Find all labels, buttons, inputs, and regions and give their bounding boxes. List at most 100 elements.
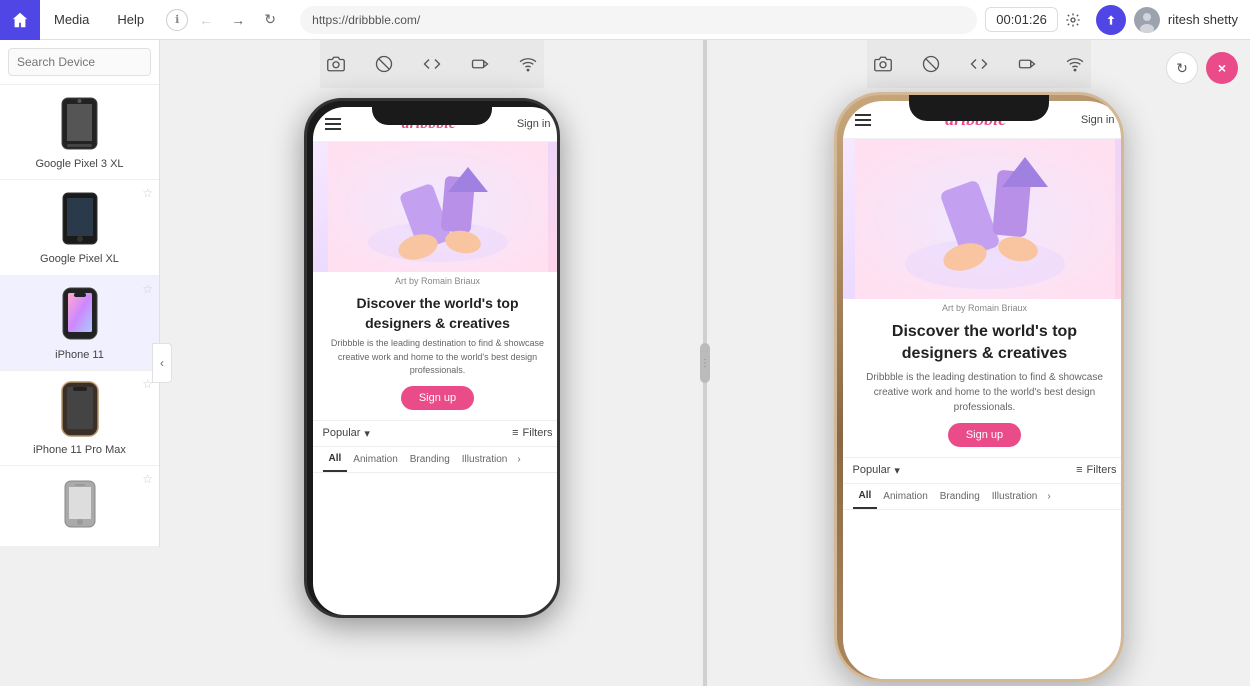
signup-button-right[interactable]: Sign up — [948, 423, 1021, 447]
refresh-preview-button[interactable]: ↻ — [1166, 52, 1198, 84]
no-entry-tool-right[interactable] — [915, 48, 947, 80]
cat-tab-all-left[interactable]: All — [323, 447, 348, 472]
wifi-tool-right[interactable] — [1059, 48, 1091, 80]
wifi-tool-left[interactable] — [512, 48, 544, 80]
help-menu[interactable]: Help — [103, 0, 158, 40]
video-icon-right — [1018, 55, 1036, 73]
category-tabs-left: All Animation Branding Illustration › — [313, 447, 560, 473]
menu-items: Media Help — [40, 0, 158, 40]
search-box — [0, 40, 159, 85]
refresh-button[interactable]: ↻ — [256, 6, 284, 34]
filters-button-left[interactable]: ≡ Filters — [512, 427, 552, 439]
iphone-5-image — [62, 479, 98, 529]
code-icon-left — [423, 55, 441, 73]
device-thumbnail — [50, 474, 110, 534]
user-name[interactable]: ritesh shetty — [1168, 12, 1238, 27]
no-entry-icon-left — [375, 55, 393, 73]
video-tool-left[interactable] — [464, 48, 496, 80]
cat-tab-animation-right[interactable]: Animation — [877, 485, 933, 508]
avatar — [1134, 7, 1160, 33]
device-sidebar: Google Pixel 3 XL ☆ Google Pixel XL ☆ — [0, 40, 160, 547]
hero-image-left — [313, 142, 560, 272]
wifi-icon-right — [1066, 55, 1084, 73]
signup-button-left[interactable]: Sign up — [401, 386, 474, 410]
camera-icon-right — [874, 55, 892, 73]
cat-tab-branding-left[interactable]: Branding — [404, 448, 456, 471]
device-item-iphone-11-pro-max[interactable]: ☆ iPhone 11 Pro Max — [0, 371, 159, 466]
search-input[interactable] — [8, 48, 151, 76]
filter-bar-left: Popular ▾ ≡ Filters — [313, 420, 560, 447]
home-button[interactable] — [0, 0, 40, 40]
hero-title-right: Discover the world's top designers & cre… — [843, 315, 1124, 370]
art-credit-left: Art by Romain Briaux — [313, 272, 560, 288]
cat-tab-branding-right[interactable]: Branding — [934, 485, 986, 508]
back-button[interactable]: ← — [192, 6, 220, 34]
sign-in-left[interactable]: Sign in — [517, 118, 551, 130]
video-tool-right[interactable] — [1011, 48, 1043, 80]
avatar-image — [1134, 7, 1160, 33]
filters-button-right[interactable]: ≡ Filters — [1076, 464, 1116, 476]
code-tool-right[interactable] — [963, 48, 995, 80]
sidebar-collapse-button[interactable]: ‹ — [152, 343, 172, 383]
category-tabs-right: All Animation Branding Illustration › — [843, 484, 1124, 510]
main-content: Google Pixel 3 XL ☆ Google Pixel XL ☆ — [0, 40, 1250, 686]
device-item-google-pixel-xl[interactable]: ☆ Google Pixel XL — [0, 180, 159, 275]
popular-select-left[interactable]: Popular ▾ — [323, 427, 370, 440]
device-item-google-pixel-3-xl[interactable]: Google Pixel 3 XL — [0, 85, 159, 180]
cat-tab-more-right[interactable]: › — [1043, 485, 1054, 508]
home-icon — [11, 11, 29, 29]
url-bar[interactable]: https://dribbble.com/ — [300, 6, 977, 34]
sidebar-container: Google Pixel 3 XL ☆ Google Pixel XL ☆ — [0, 40, 160, 686]
top-bar: Media Help ℹ ← → ↻ https://dribbble.com/… — [0, 0, 1250, 40]
star-icon-pixel-xl[interactable]: ☆ — [142, 186, 153, 200]
upload-icon — [1104, 13, 1118, 27]
url-text: https://dribbble.com/ — [312, 13, 420, 27]
settings-button[interactable] — [1058, 5, 1088, 35]
upload-button[interactable] — [1096, 5, 1126, 35]
gear-icon — [1065, 12, 1081, 28]
cat-tab-illustration-right[interactable]: Illustration — [986, 485, 1044, 508]
left-toolbar — [320, 40, 544, 88]
pixel-xl-image — [60, 191, 100, 246]
camera-tool-right[interactable] — [867, 48, 899, 80]
phone-notch-iphone11promax — [909, 95, 1049, 121]
device-thumbnail — [50, 379, 110, 439]
code-icon-right — [970, 55, 988, 73]
device-item-iphone-11[interactable]: ☆ — [0, 276, 159, 371]
no-entry-tool-left[interactable] — [368, 48, 400, 80]
hamburger-left[interactable] — [325, 118, 341, 130]
device-label-iphone11: iPhone 11 — [55, 348, 104, 362]
nav-controls: ℹ ← → ↻ — [158, 6, 292, 34]
close-preview-button[interactable]: × — [1206, 52, 1238, 84]
video-icon-left — [471, 55, 489, 73]
device-thumbnail — [50, 284, 110, 344]
hero-image-right — [843, 139, 1124, 299]
code-tool-left[interactable] — [416, 48, 448, 80]
iphone-11-pro-max-image — [60, 380, 100, 438]
info-button[interactable]: ℹ — [166, 9, 188, 31]
star-icon-iphone5[interactable]: ☆ — [142, 472, 153, 486]
phone-frame-iphone11: dribbble Sign in — [304, 98, 560, 618]
hamburger-right[interactable] — [855, 114, 871, 126]
preview-left: dribbble Sign in — [160, 40, 703, 686]
cat-tab-animation-left[interactable]: Animation — [347, 448, 403, 471]
media-menu[interactable]: Media — [40, 0, 103, 40]
forward-button[interactable]: → — [224, 6, 252, 34]
hero-title-left: Discover the world's top designers & cre… — [313, 288, 560, 337]
art-credit-right: Art by Romain Briaux — [843, 299, 1124, 315]
no-entry-icon-right — [922, 55, 940, 73]
popular-select-right[interactable]: Popular ▾ — [853, 464, 900, 477]
sign-in-right[interactable]: Sign in — [1081, 114, 1115, 126]
cat-tab-more-left[interactable]: › — [513, 448, 524, 471]
device-label-iphone11promax: iPhone 11 Pro Max — [33, 443, 126, 457]
preview-right: ↻ × — [707, 40, 1250, 686]
cat-tab-all-right[interactable]: All — [853, 484, 878, 509]
device-label-pixel3xl: Google Pixel 3 XL — [35, 157, 123, 171]
device-item-iphone-5[interactable]: ☆ — [0, 466, 159, 547]
phone-frame-iphone11promax: dribbble Sign in — [834, 92, 1124, 682]
star-icon-iphone11[interactable]: ☆ — [142, 282, 153, 296]
timer-display: 00:01:26 — [985, 7, 1058, 32]
camera-tool-left[interactable] — [320, 48, 352, 80]
cat-tab-illustration-left[interactable]: Illustration — [456, 448, 514, 471]
device-thumbnail — [50, 93, 110, 153]
